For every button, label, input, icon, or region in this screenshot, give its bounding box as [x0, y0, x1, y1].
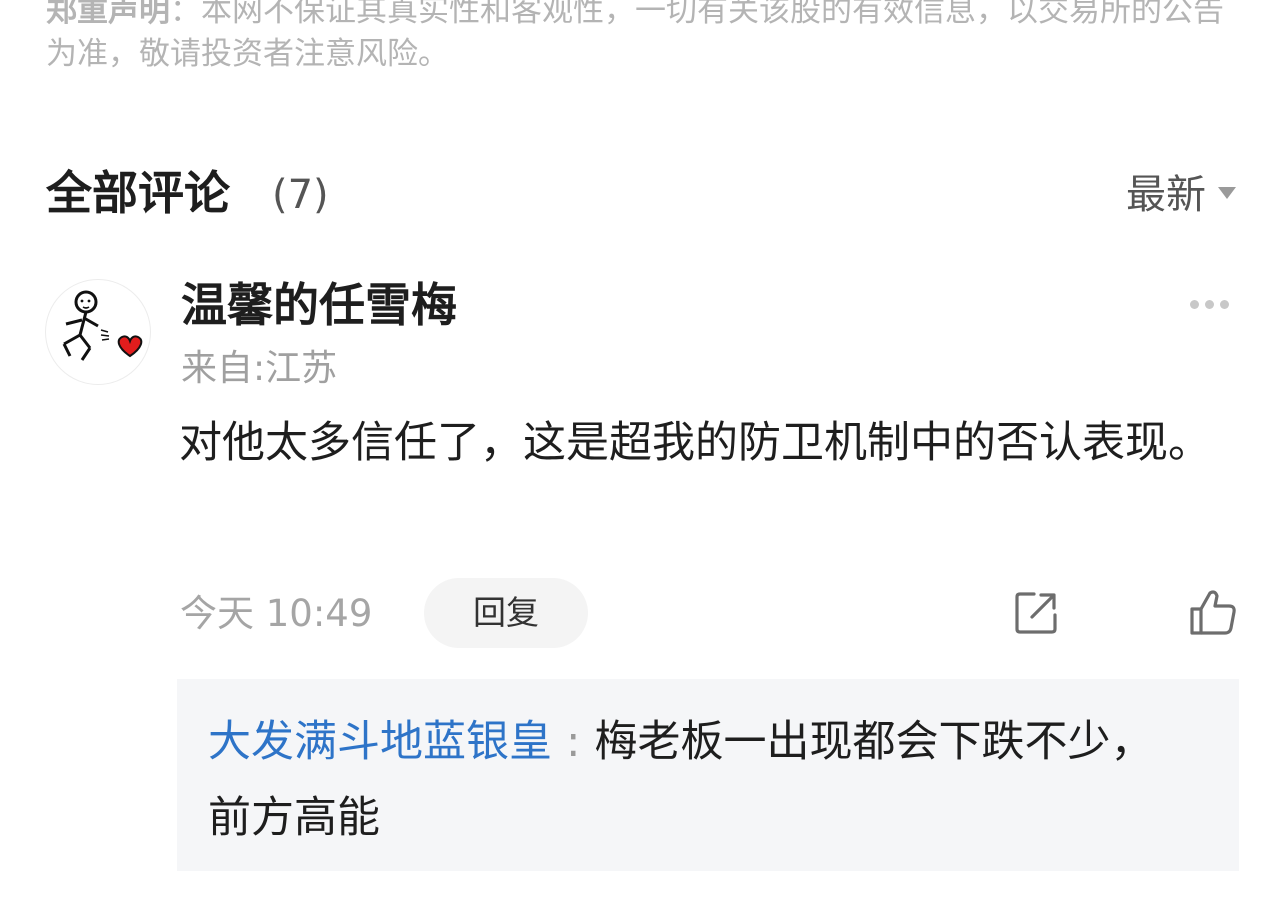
- reply-item: 大发满斗地蓝银皇: 梅老板一出现都会下跌不少，前方高能: [208, 704, 1188, 856]
- share-icon[interactable]: [1012, 589, 1060, 637]
- chevron-down-icon: [1218, 187, 1236, 199]
- avatar[interactable]: [45, 279, 151, 385]
- reply-thread: 大发满斗地蓝银皇: 梅老板一出现都会下跌不少，前方高能: [177, 679, 1239, 871]
- reply-separator: :: [566, 717, 581, 767]
- sort-label: 最新: [1126, 172, 1206, 218]
- comments-header: 全部评论 (7) 最新: [46, 160, 1236, 230]
- disclaimer-text: ：本网不保证其真实性和客观性，一切有关该股的有效信息，以交易所的公告为准，敬请投…: [46, 0, 1224, 72]
- reply-button[interactable]: 回复: [424, 578, 588, 648]
- comment-username[interactable]: 温馨的任雪梅: [181, 272, 457, 338]
- comment-time: 今天 10:49: [180, 592, 373, 635]
- comment-text: 对他太多信任了，这是超我的防卫机制中的否认表现。: [179, 418, 1211, 468]
- comment-location: 来自:江苏: [181, 348, 338, 389]
- thumbs-up-icon[interactable]: [1188, 587, 1238, 637]
- comments-title: 全部评论: [46, 166, 230, 220]
- disclaimer: 郑重声明：本网不保证其真实性和客观性，一切有关该股的有效信息，以交易所的公告为准…: [46, 0, 1236, 76]
- more-options-icon[interactable]: [1190, 294, 1240, 314]
- sort-dropdown[interactable]: 最新: [1126, 164, 1236, 226]
- disclaimer-label: 郑重声明: [46, 0, 170, 29]
- reply-author[interactable]: 大发满斗地蓝银皇: [208, 717, 552, 767]
- comments-count: (7): [272, 172, 329, 218]
- stick-figure-heart-icon: [62, 290, 143, 361]
